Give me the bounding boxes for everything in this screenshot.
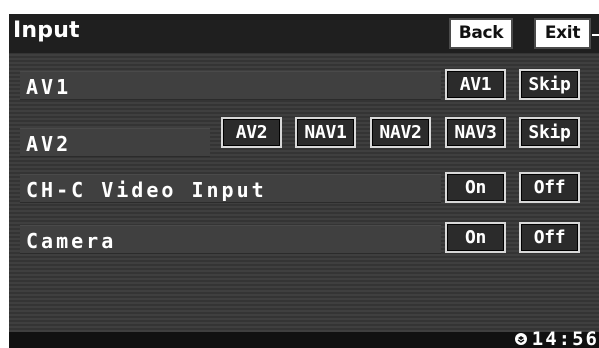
ch-c-video-input-label: CH-C Video Input (26, 178, 267, 202)
av2-row-label: AV2 (26, 132, 72, 156)
av2-row: AV2 (20, 128, 210, 157)
av1-source-button[interactable]: AV1 (445, 69, 506, 100)
nav3-source-button[interactable]: NAV3 (445, 117, 506, 148)
status-bar: 14:56 (9, 330, 599, 348)
input-settings-screen: Input Back Exit AV1 AV1 Skip AV2 AV2 NAV… (9, 14, 599, 348)
title-bar: Input Back Exit (9, 14, 599, 53)
ch-c-video-input-row: CH-C Video Input (20, 174, 441, 203)
clock-time: 14:56 (531, 328, 599, 348)
clock-display: 14:56 (514, 330, 599, 348)
camera-row: Camera (20, 225, 441, 254)
exit-tail-line (592, 34, 599, 36)
camera-on-button[interactable]: On (445, 222, 506, 253)
nav2-source-button[interactable]: NAV2 (370, 117, 431, 148)
av1-row-label: AV1 (26, 75, 72, 99)
ch-c-video-input-on-button[interactable]: On (445, 172, 506, 203)
av2-source-button[interactable]: AV2 (221, 117, 282, 148)
nav1-source-button[interactable]: NAV1 (295, 117, 356, 148)
camera-row-label: Camera (26, 229, 117, 253)
globe-clock-icon (514, 331, 528, 345)
av1-skip-button[interactable]: Skip (519, 69, 580, 100)
av1-row: AV1 (20, 71, 441, 100)
ch-c-video-input-off-button[interactable]: Off (519, 172, 580, 203)
page-title: Input (13, 18, 80, 43)
camera-off-button[interactable]: Off (519, 222, 580, 253)
av2-skip-button[interactable]: Skip (519, 117, 580, 148)
exit-button[interactable]: Exit (534, 18, 591, 49)
back-button[interactable]: Back (449, 18, 513, 49)
